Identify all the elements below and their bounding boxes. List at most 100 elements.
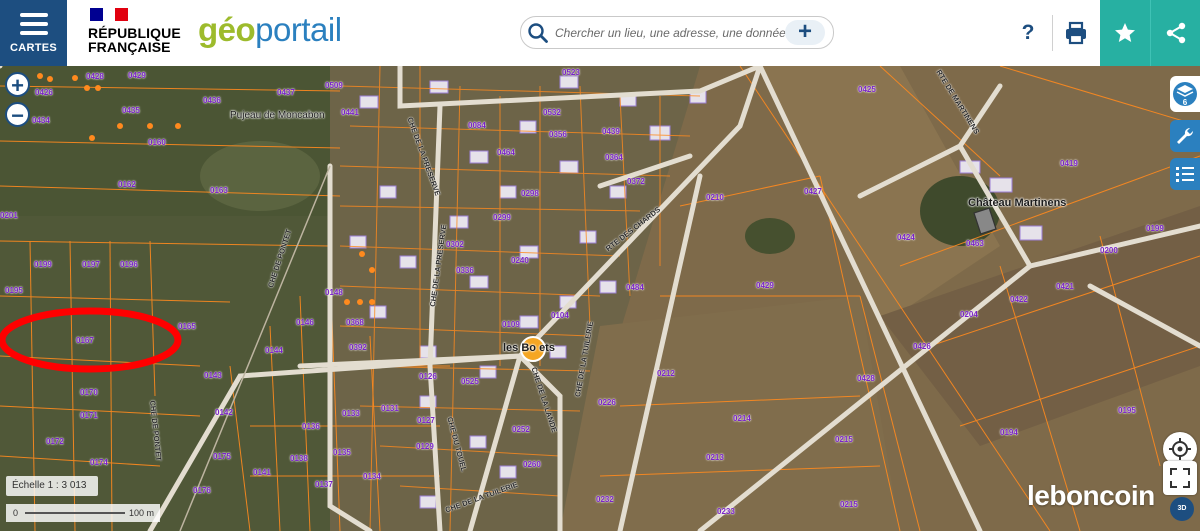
french-flag-icon (90, 8, 129, 21)
parcel-label: 0167 (76, 336, 94, 345)
parcel-label: 0422 (1010, 295, 1028, 304)
parcel-label: 0200 (1100, 246, 1118, 255)
parcel-label: 0148 (325, 288, 343, 297)
parcel-label: 0172 (46, 437, 64, 446)
parcel-label: 0368 (346, 318, 364, 327)
fullscreen-button[interactable] (1163, 461, 1197, 495)
republique-francaise-logo: RÉPUBLIQUE FRANÇAISE (88, 8, 188, 58)
favorites-button[interactable] (1100, 0, 1150, 66)
parcel-label: 0424 (897, 233, 915, 242)
parcel-label: 0426 (913, 342, 931, 351)
parcel-label: 0226 (598, 398, 616, 407)
help-button[interactable]: ? (1015, 18, 1041, 48)
scale-distance: 100 m (128, 508, 154, 518)
scale-zero: 0 (13, 508, 19, 518)
parcel-label: 0215 (835, 435, 853, 444)
print-icon[interactable] (1062, 18, 1090, 48)
parcel-label: 0135 (333, 448, 351, 457)
parcel-label: 0174 (90, 458, 108, 467)
parcel-label: 0260 (523, 460, 541, 469)
parcel-label: 0176 (193, 486, 211, 495)
tools-button[interactable] (1170, 120, 1200, 152)
parcel-label: 0133 (342, 409, 360, 418)
parcel-label: 0439 (602, 127, 620, 136)
map-view[interactable]: 0428 0429 0426 0434 0435 0436 0437 0509 … (0, 66, 1200, 531)
legend-button[interactable] (1170, 158, 1200, 190)
parcel-label: 0425 (858, 85, 876, 94)
parcel-label: 0131 (381, 404, 399, 413)
parcel-label: 0136 (302, 422, 320, 431)
search-icon[interactable] (527, 22, 549, 44)
parcel-label: 0171 (80, 411, 98, 420)
3d-view-button[interactable]: 3D (1170, 497, 1194, 521)
logo-part-geo: géo (198, 11, 256, 48)
parcel-label: 0364 (605, 153, 623, 162)
parcel-label: 0233 (717, 507, 735, 516)
parcel-label: 0336 (456, 266, 474, 275)
parcel-label: 0201 (0, 211, 18, 220)
parcel-label: 0141 (253, 468, 271, 477)
parcel-label: 0194 (1000, 428, 1018, 437)
parcel-label: 0426 (35, 88, 53, 97)
parcel-label: 0165 (178, 322, 196, 331)
zoom-in-button[interactable]: + (5, 72, 30, 98)
parcel-label: 0084 (468, 121, 486, 130)
parcel-label: 0428 (86, 72, 104, 81)
parcel-label: 0523 (562, 68, 580, 77)
layers-count: 6 (1183, 98, 1188, 107)
parcel-label: 0525 (461, 377, 479, 386)
plus-icon: + (797, 18, 812, 45)
parcel-label: 0146 (296, 318, 314, 327)
parcel-label: 0199 (1146, 224, 1164, 233)
parcel-label: 0484 (626, 283, 644, 292)
parcel-label: 0162 (118, 180, 136, 189)
parcel-label: 0170 (80, 388, 98, 397)
parcel-label: 0199 (34, 260, 52, 269)
parcel-label: 0419 (1060, 159, 1078, 168)
republic-line-1: RÉPUBLIQUE (88, 25, 181, 41)
advanced-search-button[interactable]: + (785, 20, 825, 45)
parcel-label: 0427 (804, 187, 822, 196)
wrench-icon (1177, 127, 1194, 144)
parcel-label: 0302 (446, 240, 464, 249)
locate-icon (1169, 438, 1191, 460)
parcel-label: 0129 (416, 442, 434, 451)
share-button[interactable] (1150, 0, 1200, 66)
scale-label: Échelle 1 : 3 013 (6, 476, 98, 496)
scale-bar: 0 100 m (6, 504, 160, 522)
parcel-label: 0214 (733, 414, 751, 423)
parcel-label: 0138 (290, 454, 308, 463)
search-input[interactable] (553, 23, 795, 43)
parcel-label: 0532 (543, 108, 561, 117)
zoom-out-button[interactable]: − (5, 102, 30, 128)
layers-icon: 6 (1173, 82, 1197, 107)
parcel-label: 0429 (128, 71, 146, 80)
legend-list-icon (1176, 167, 1194, 182)
parcel-label: 0197 (82, 260, 100, 269)
parcel-label: 0196 (120, 260, 138, 269)
logo-part-portail: portail (255, 11, 342, 48)
parcel-label: 0436 (203, 96, 221, 105)
parcel-label: 0434 (32, 116, 50, 125)
parcel-label: 0163 (210, 186, 228, 195)
parcel-label: 0463 (966, 239, 984, 248)
parcel-label: 0137 (315, 480, 333, 489)
top-bar: CARTES RÉPUBLIQUE FRANÇAISE géoportail +… (0, 0, 1200, 67)
geoportail-logo[interactable]: géoportail (198, 11, 342, 49)
parcel-label: 0210 (706, 193, 724, 202)
parcel-label: 0160 (148, 138, 166, 147)
place-label: Pujeau de Moncabon (230, 110, 325, 121)
parcel-label: 0240 (511, 256, 529, 265)
parcel-label: 0143 (204, 371, 222, 380)
maps-menu-button[interactable]: CARTES (0, 0, 67, 66)
share-icon (1166, 22, 1186, 44)
parcel-label: 0252 (512, 425, 530, 434)
leboncoin-watermark: leboncoin (1027, 480, 1155, 511)
parcel-label: 0142 (215, 408, 233, 417)
parcel-label: 0175 (213, 452, 231, 461)
place-label: les Bo ets (503, 342, 555, 354)
parcel-label: 0126 (419, 372, 437, 381)
parcel-label: 0134 (363, 472, 381, 481)
layers-button[interactable]: 6 (1170, 76, 1200, 112)
parcel-label: 0435 (122, 106, 140, 115)
